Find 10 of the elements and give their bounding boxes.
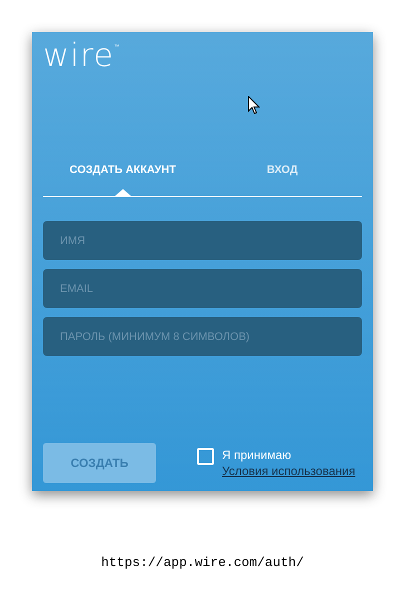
terms-link[interactable]: Условия использования [222,463,356,479]
input-field[interactable]: EMAIL [43,269,362,308]
cursor-icon [248,96,260,115]
input-field[interactable]: ПАРОЛЬ (МИНИМУМ 8 СИМВОЛОВ) [43,317,362,356]
terms-label: Я принимаю Условия использования [222,447,356,479]
tab[interactable]: ВХОД [202,164,362,196]
checkbox[interactable] [197,448,214,465]
url-caption: https://app.wire.com/auth/ [101,555,304,570]
logo: wire [43,42,114,68]
input-field[interactable]: ИМЯ [43,221,362,260]
